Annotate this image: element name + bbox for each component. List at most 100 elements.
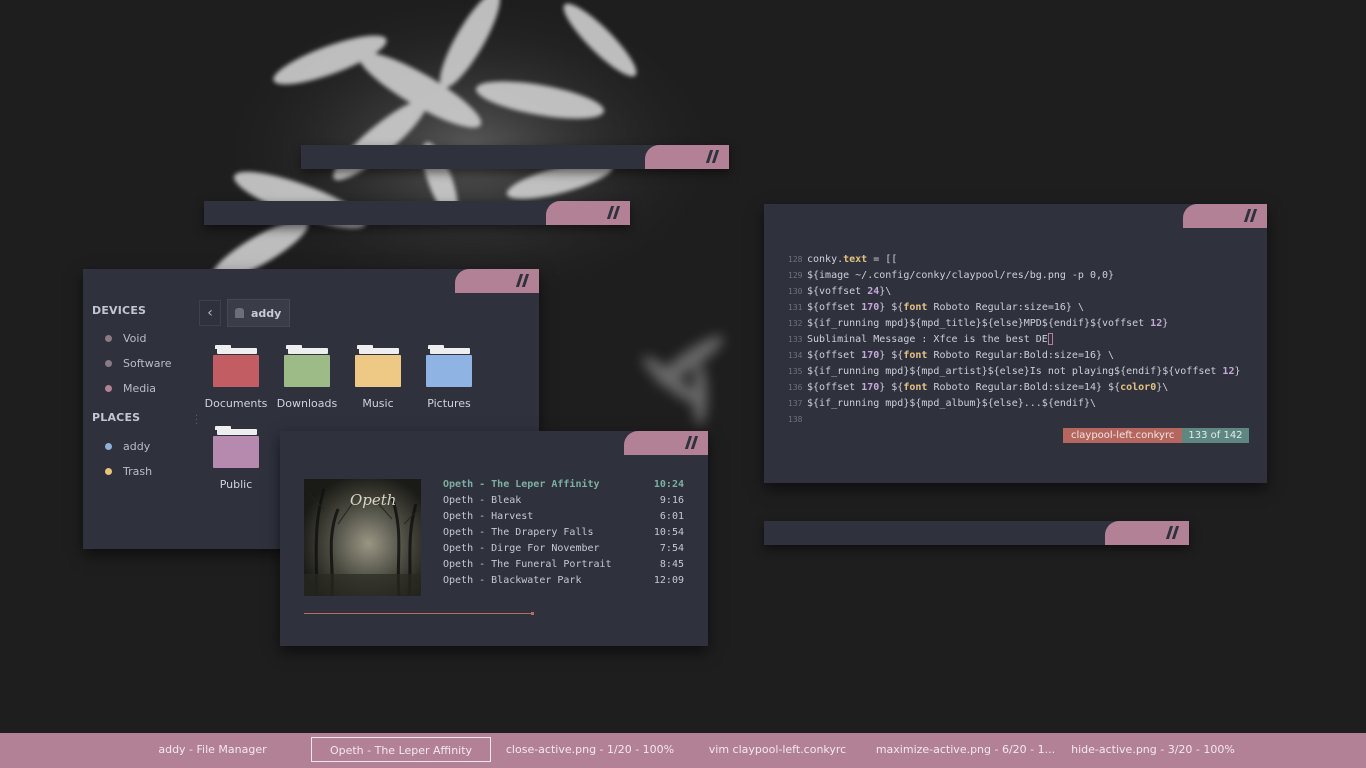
titlebar-tab [1093, 521, 1189, 545]
code-line[interactable]: 132 ${if_running mpd}${mpd_title}${else}M… [788, 316, 1168, 332]
folder-icon [355, 345, 401, 387]
code-line[interactable]: 133 Subliminal Message : Xfce is the best… [788, 332, 1053, 348]
sidebar-item-media[interactable]: Media [105, 379, 156, 397]
folder-downloads[interactable]: Downloads [274, 345, 340, 423]
devices-heading: DEVICES [92, 304, 147, 317]
task-image-viewer[interactable]: close-active.png - 1/20 - 100% [500, 737, 680, 762]
pane-resize-handle[interactable]: · · · [195, 412, 198, 430]
track-duration: 7:54 [659, 543, 684, 554]
vim-window: 128 conky.text = [[129 ${image ~/.config/c… [764, 204, 1267, 483]
line-number: 130 [788, 287, 803, 296]
sidebar-item-void[interactable]: Void [105, 329, 146, 347]
task-music-player[interactable]: Opeth - The Leper Affinity [311, 737, 491, 762]
sidebar-item-software[interactable]: Software [105, 354, 172, 372]
task-image-viewer[interactable]: maximize-active.png - 6/20 - 1... [873, 737, 1058, 762]
task-image-viewer[interactable]: hide-active.png - 3/20 - 100% [1063, 737, 1243, 762]
syntax-keyword: font [903, 382, 928, 393]
track-row[interactable]: Opeth - Bleak 9:16 [443, 495, 684, 511]
shaded-window[interactable] [301, 145, 729, 169]
breadcrumb-home[interactable]: addy [227, 299, 291, 327]
track-duration: 10:54 [653, 527, 684, 538]
folder-documents[interactable]: Documents [203, 345, 269, 423]
sidebar-item-trash[interactable]: Trash [105, 462, 152, 480]
track-duration: 10:24 [653, 479, 684, 490]
task-file-manager[interactable]: addy - File Manager [140, 737, 285, 762]
back-button[interactable]: ‹ [199, 300, 221, 326]
sidebar-item-label: Software [123, 356, 172, 370]
folder-name: Public [219, 478, 253, 491]
titlebar-tab [534, 201, 630, 225]
line-text: ${offset 170} ${font Roboto Regular:Bold… [807, 380, 1168, 396]
track-row[interactable]: Opeth - The Drapery Falls 10:54 [443, 527, 684, 543]
line-number: 132 [788, 319, 803, 328]
drive-icon [105, 359, 112, 367]
code-line[interactable]: 138 [788, 412, 807, 428]
folder-pictures[interactable]: Pictures [416, 345, 482, 423]
syntax-text: Roboto Regular:Bold:size=14} ${ [927, 382, 1121, 393]
folder-public[interactable]: Public [203, 426, 269, 504]
sidebar-item-label: Void [123, 331, 147, 345]
track-title: Opeth - Blackwater Park [443, 575, 582, 586]
window-menu-icon[interactable] [684, 435, 699, 451]
syntax-text: } [1234, 366, 1241, 377]
shaded-window[interactable] [764, 521, 1189, 545]
shaded-window[interactable] [204, 201, 630, 225]
syntax-text: ${voffset [807, 286, 868, 297]
code-line[interactable]: 129 ${image ~/.config/conky/claypool/res/… [788, 268, 1114, 284]
titlebar [764, 204, 1267, 228]
drive-icon [105, 334, 112, 342]
track-row[interactable]: Opeth - Blackwater Park 12:09 [443, 575, 684, 591]
track-title: Opeth - Dirge For November [443, 543, 600, 554]
folder-icon [213, 345, 259, 387]
line-number: 134 [788, 351, 803, 360]
code-line[interactable]: 131 ${offset 170} ${font Roboto Regular:s… [788, 300, 1084, 316]
syntax-text: } ${ [879, 350, 904, 361]
line-text: ${voffset 24}\ [807, 284, 891, 300]
track-row[interactable]: Opeth - Harvest 6:01 [443, 511, 684, 527]
syntax-text: ${offset [807, 350, 862, 361]
window-menu-icon[interactable] [606, 205, 621, 221]
window-menu-icon[interactable] [1243, 208, 1258, 224]
window-menu-icon[interactable] [1165, 525, 1180, 541]
task-vim[interactable]: vim claypool-left.conkyrc [690, 737, 865, 762]
titlebar [83, 269, 539, 293]
folder-icon [213, 426, 259, 468]
code-line[interactable]: 130 ${voffset 24}\ [788, 284, 891, 300]
album-cover: Opeth [304, 479, 421, 596]
trash-icon [105, 467, 112, 475]
syntax-text: Roboto Regular:size=16} \ [927, 302, 1084, 313]
folder-icon [426, 345, 472, 387]
line-text: conky.text = [[ [807, 252, 897, 268]
window-menu-icon[interactable] [705, 149, 720, 165]
folder-music[interactable]: Music [345, 345, 411, 423]
code-line[interactable]: 134 ${offset 170} ${font Roboto Regular:B… [788, 348, 1114, 364]
syntax-text: ${image ~/.config/conky/claypool/res/bg.… [807, 270, 1115, 281]
syntax-keyword: text [843, 254, 868, 265]
code-line[interactable]: 128 conky.text = [[ [788, 252, 897, 268]
syntax-text: } ${ [879, 382, 904, 393]
titlebar-tab [612, 431, 708, 455]
track-title: Opeth - Bleak [443, 495, 522, 506]
seek-bar-track[interactable] [304, 612, 685, 615]
text-cursor [1047, 333, 1053, 345]
window-menu-icon[interactable] [515, 273, 530, 289]
seek-bar-knob[interactable] [530, 612, 534, 615]
code-line[interactable]: 137 ${if_running mpd}${mpd_album}${else}.… [788, 396, 1096, 412]
syntax-text: ${offset [807, 382, 862, 393]
track-row[interactable]: Opeth - The Leper Affinity 10:24 [443, 479, 684, 495]
track-row[interactable]: Opeth - The Funeral Portrait 8:45 [443, 559, 684, 575]
sidebar-item-addy[interactable]: addy [105, 437, 150, 455]
syntax-text: = [[ [867, 254, 898, 265]
line-number: 137 [788, 399, 803, 408]
syntax-text: } ${ [879, 302, 904, 313]
track-row[interactable]: Opeth - Dirge For November 7:54 [443, 543, 684, 559]
line-text: ${if_running mpd}${mpd_artist}${else}Is … [807, 364, 1241, 380]
syntax-number: 24 [867, 286, 880, 297]
code-line[interactable]: 136 ${offset 170} ${font Roboto Regular:B… [788, 380, 1168, 396]
syntax-text: Roboto Regular:Bold:size=16} \ [927, 350, 1115, 361]
track-duration: 12:09 [653, 575, 684, 586]
line-text: ${image ~/.config/conky/claypool/res/bg.… [807, 268, 1114, 284]
track-title: Opeth - The Funeral Portrait [443, 559, 612, 570]
code-line[interactable]: 135 ${if_running mpd}${mpd_artist}${else}… [788, 364, 1241, 380]
titlebar-tab [443, 269, 539, 293]
